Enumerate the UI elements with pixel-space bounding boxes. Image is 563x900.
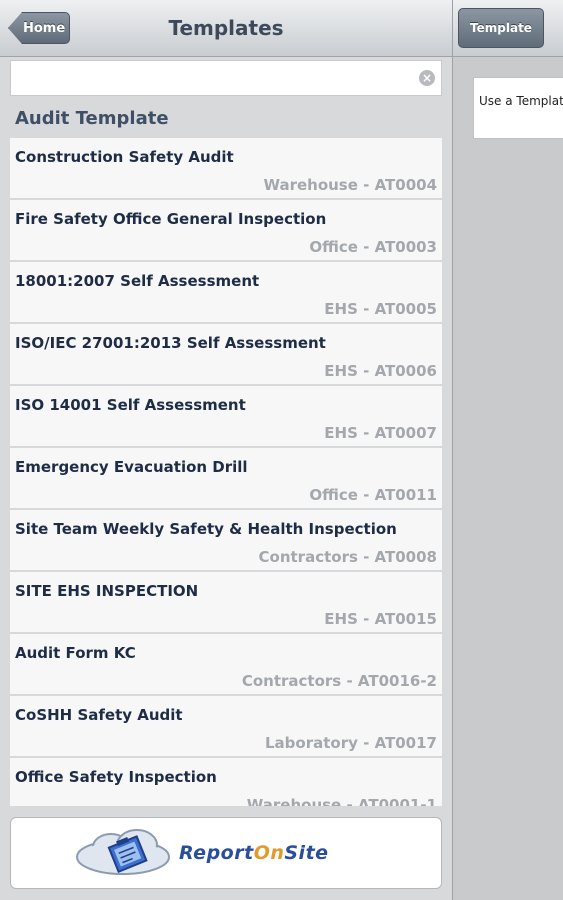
- template-button[interactable]: Template: [458, 8, 544, 48]
- item-title: Office Safety Inspection: [15, 768, 217, 786]
- list-item[interactable]: SITE EHS INSPECTION EHS - AT0015: [10, 572, 442, 634]
- item-subtitle: EHS - AT0007: [324, 424, 437, 442]
- search-input[interactable]: [11, 61, 426, 95]
- item-title: ISO/IEC 27001:2013 Self Assessment: [15, 334, 326, 352]
- template-list[interactable]: Construction Safety Audit Warehouse - AT…: [10, 138, 442, 806]
- item-title: ISO 14001 Self Assessment: [15, 396, 246, 414]
- list-item[interactable]: 18001:2007 Self Assessment EHS - AT0005: [10, 262, 442, 324]
- item-subtitle: EHS - AT0015: [324, 610, 437, 628]
- hint-text: Use a Template: [479, 94, 563, 108]
- item-title: 18001:2007 Self Assessment: [15, 272, 260, 290]
- search-bar: ×: [10, 60, 442, 96]
- list-item[interactable]: Office Safety Inspection Warehouse - AT0…: [10, 758, 442, 806]
- logo-text: ReportOnSite: [179, 842, 329, 864]
- item-subtitle: EHS - AT0006: [324, 362, 437, 380]
- page-title: Templates: [168, 16, 284, 40]
- list-item[interactable]: Fire Safety Office General Inspection Of…: [10, 200, 442, 262]
- detail-navigation-bar: Template: [453, 0, 563, 57]
- item-title: Emergency Evacuation Drill: [15, 458, 248, 476]
- list-item[interactable]: Emergency Evacuation Drill Office - AT00…: [10, 448, 442, 510]
- list-item[interactable]: ISO/IEC 27001:2013 Self Assessment EHS -…: [10, 324, 442, 386]
- item-title: Fire Safety Office General Inspection: [15, 210, 327, 228]
- item-title: SITE EHS INSPECTION: [15, 582, 199, 600]
- item-subtitle: Laboratory - AT0017: [265, 734, 437, 752]
- master-pane: Home Templates × Audit Template Construc…: [0, 0, 452, 900]
- item-title: Audit Form KC: [15, 644, 136, 662]
- item-subtitle: EHS - AT0005: [324, 300, 437, 318]
- navigation-bar: Home Templates: [0, 0, 452, 57]
- item-subtitle: Contractors - AT0016-2: [241, 672, 437, 690]
- item-subtitle: Contractors - AT0008: [258, 548, 437, 566]
- list-item[interactable]: Site Team Weekly Safety & Health Inspect…: [10, 510, 442, 572]
- list-item[interactable]: Construction Safety Audit Warehouse - AT…: [10, 138, 442, 200]
- item-subtitle: Warehouse - AT0004: [263, 176, 437, 194]
- item-title: Site Team Weekly Safety & Health Inspect…: [15, 520, 397, 538]
- logo-text-report: Report: [179, 842, 254, 864]
- list-item[interactable]: CoSHH Safety Audit Laboratory - AT0017: [10, 696, 442, 758]
- item-subtitle: Office - AT0003: [309, 238, 437, 256]
- hint-box: Use a Template: [473, 77, 563, 139]
- logo-text-site: Site: [284, 842, 329, 864]
- company-logo-banner: ReportOnSite: [10, 817, 442, 889]
- clear-search-icon[interactable]: ×: [419, 70, 435, 86]
- list-item[interactable]: Audit Form KC Contractors - AT0016-2: [10, 634, 442, 696]
- item-subtitle: Warehouse - AT0001-1: [246, 796, 437, 806]
- section-header: Audit Template: [15, 108, 169, 129]
- logo-text-on: On: [253, 842, 285, 864]
- item-title: Construction Safety Audit: [15, 148, 234, 166]
- detail-pane: Template Use a Template: [453, 0, 563, 900]
- list-item[interactable]: ISO 14001 Self Assessment EHS - AT0007: [10, 386, 442, 448]
- cloud-clipboard-logo-icon: [76, 829, 170, 875]
- item-title: CoSHH Safety Audit: [15, 706, 183, 724]
- item-subtitle: Office - AT0011: [309, 486, 437, 504]
